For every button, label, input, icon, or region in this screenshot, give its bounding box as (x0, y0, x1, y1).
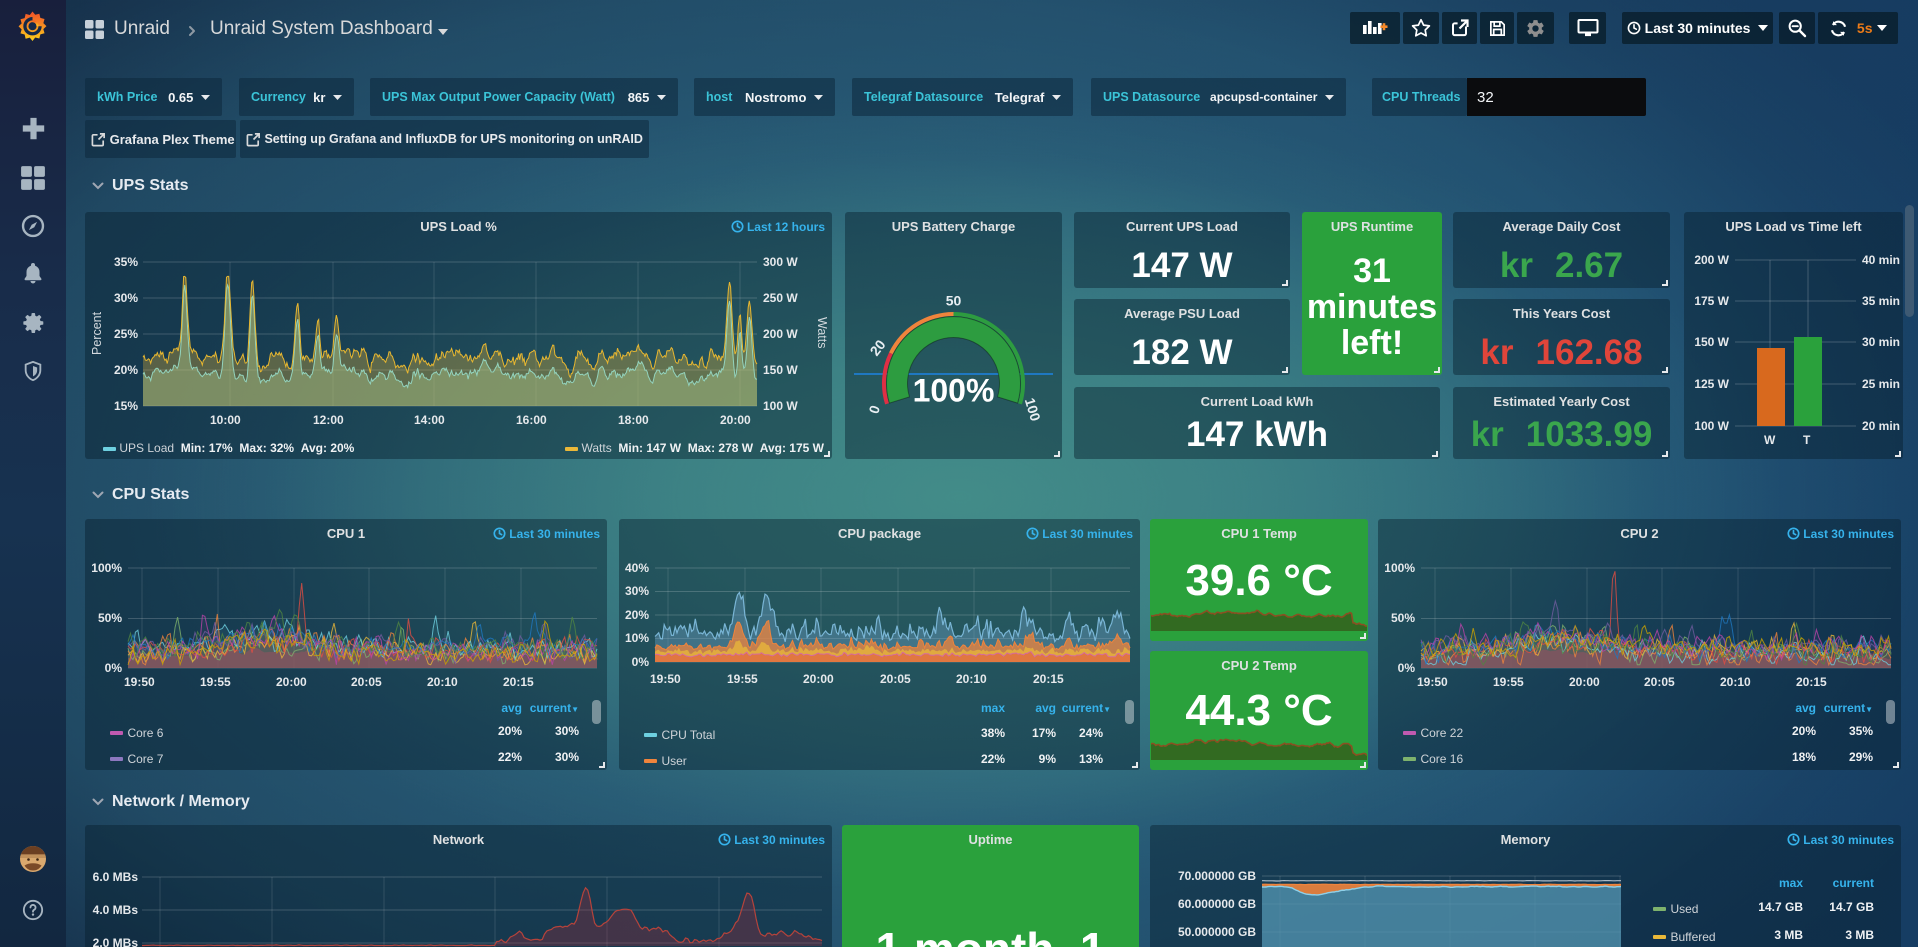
svg-text:20: 20 (866, 336, 888, 358)
svg-text:Watts: Watts (815, 317, 829, 348)
svg-text:Percent: Percent (90, 311, 104, 355)
svg-text:50: 50 (946, 293, 962, 309)
svg-text:100%: 100% (913, 373, 995, 409)
svg-text:100: 100 (1022, 396, 1044, 423)
svg-text:0: 0 (865, 403, 883, 415)
